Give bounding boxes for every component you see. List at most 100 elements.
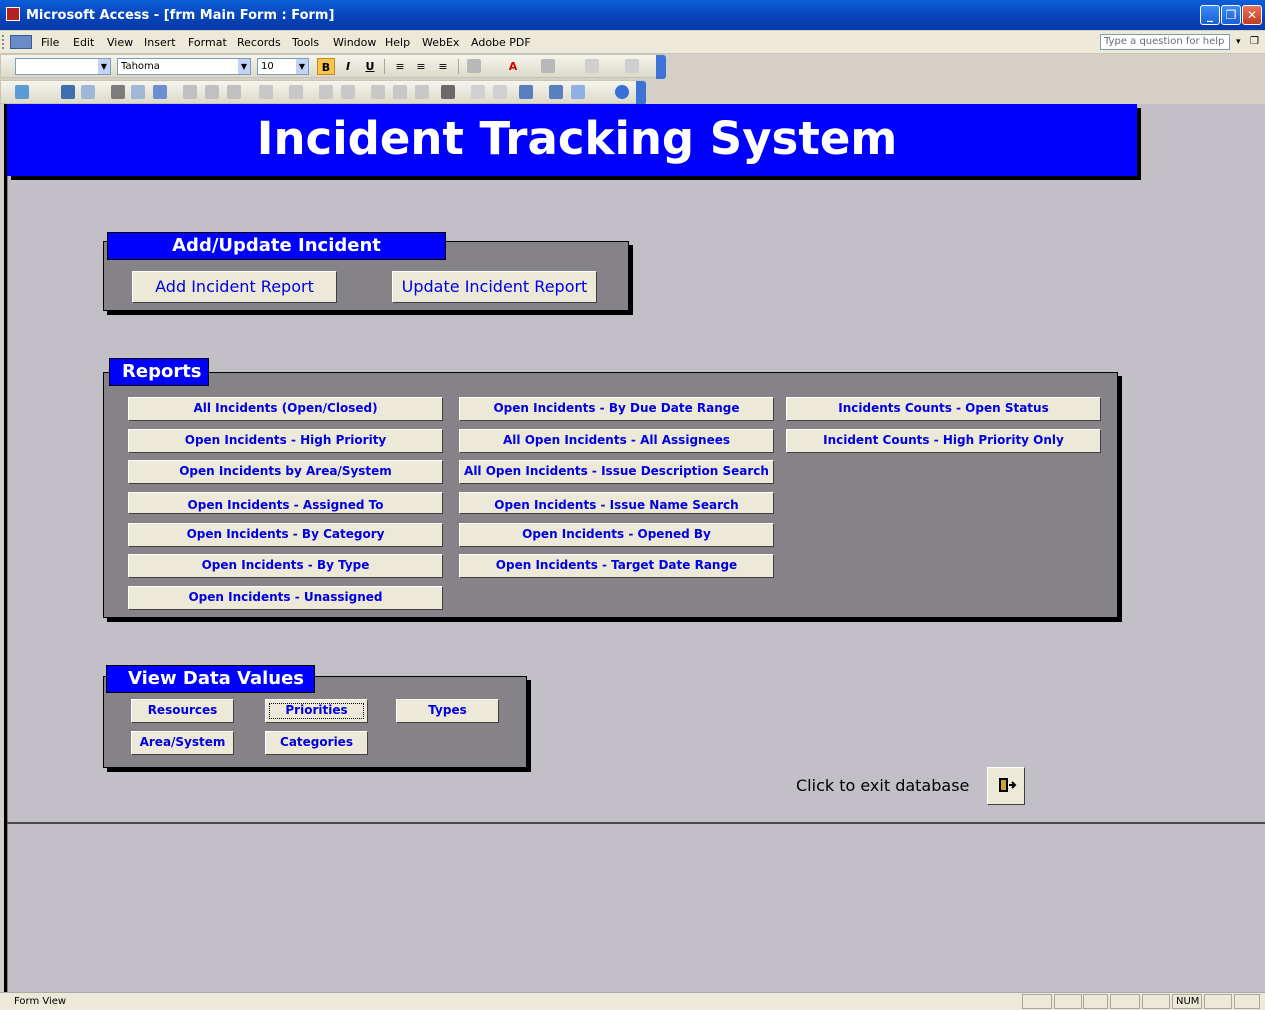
copy-icon[interactable] [205,85,219,99]
undo-icon[interactable] [259,85,273,99]
reports-panel-title: Reports [109,358,209,386]
categories-button[interactable]: Categories [265,731,368,755]
menu-format[interactable]: Format [188,36,227,49]
object-combo[interactable]: ▼ [15,58,111,75]
report-button[interactable]: Incidents Counts - Open Status [786,397,1101,421]
update-incident-report-button[interactable]: Update Incident Report [392,271,597,303]
num-lock-indicator: NUM [1172,994,1202,1009]
menu-tools[interactable]: Tools [292,36,319,49]
status-pane [1110,994,1140,1009]
menu-webex[interactable]: WebEx [422,36,459,49]
report-button[interactable]: Open Incidents - By Due Date Range [459,397,774,421]
properties-icon[interactable] [519,85,533,99]
filter-by-selection-icon[interactable] [371,85,385,99]
restore-icon[interactable]: ❐ [1221,5,1241,25]
font-size-combo[interactable]: 10 ▼ [257,58,309,75]
align-left-icon[interactable]: ≡ [391,58,409,75]
filter-by-form-icon[interactable] [393,85,407,99]
view-data-panel-title: View Data Values [106,665,315,693]
font-size-value: 10 [261,61,274,72]
line-width-icon[interactable] [585,59,599,73]
italic-button[interactable]: I [339,58,357,75]
help-dropdown-icon[interactable]: ▾ [1236,37,1241,47]
report-button[interactable]: Incident Counts - High Priority Only [786,429,1101,453]
new-object-icon[interactable] [571,85,585,99]
menu-edit[interactable]: Edit [73,36,94,49]
menu-insert[interactable]: Insert [144,36,176,49]
report-button[interactable]: Open Incidents - Unassigned [128,586,443,610]
form-window-icon[interactable] [10,35,32,49]
menu-view[interactable]: View [107,36,133,49]
chevron-down-icon[interactable]: ▼ [98,59,110,74]
apply-filter-icon[interactable] [415,85,429,99]
report-button[interactable]: Open Incidents - Opened By [459,523,774,547]
cut-icon[interactable] [183,85,197,99]
report-button[interactable]: Open Incidents - Issue Name Search [459,492,774,514]
fill-color-icon[interactable] [467,59,481,73]
exit-label: Click to exit database [796,776,970,795]
print-preview-icon[interactable] [131,85,145,99]
bold-button[interactable]: B [317,58,335,75]
font-name-value: Tahoma [121,61,160,72]
insert-hyperlink-icon[interactable] [289,85,303,99]
spelling-icon[interactable] [153,85,167,99]
toolbar-options-icon[interactable] [656,55,666,79]
menu-records[interactable]: Records [237,36,281,49]
priorities-button[interactable]: Priorities [265,699,368,723]
form-title: Incident Tracking System [256,112,898,165]
sort-descending-icon[interactable] [341,85,355,99]
add-incident-report-button[interactable]: Add Incident Report [132,271,337,303]
menu-window[interactable]: Window [333,36,376,49]
find-icon[interactable] [441,85,455,99]
view-icon[interactable] [15,85,29,99]
menu-file[interactable]: File [41,36,59,49]
report-button[interactable]: All Open Incidents - Issue Description S… [459,460,774,484]
save-icon[interactable] [61,85,75,99]
report-button[interactable]: Open Incidents - By Type [128,554,443,578]
chevron-down-icon[interactable]: ▼ [238,59,250,74]
help-search-input[interactable]: Type a question for help [1100,34,1230,50]
mdi-restore-icon[interactable]: ❐ [1250,36,1259,47]
status-pane [1022,994,1052,1009]
sort-ascending-icon[interactable] [319,85,333,99]
special-effect-icon[interactable] [625,59,639,73]
chevron-down-icon[interactable]: ▼ [296,59,308,74]
font-name-combo[interactable]: Tahoma ▼ [117,58,251,75]
font-color-icon[interactable]: A [504,58,522,75]
add-update-panel-title: Add/Update Incident [107,232,446,260]
file-search-icon[interactable] [81,85,95,99]
delete-record-icon[interactable] [493,85,507,99]
status-bar: Form View NUM [0,992,1265,1010]
report-button[interactable]: Open Incidents - Target Date Range [459,554,774,578]
help-icon[interactable] [615,85,629,99]
paste-icon[interactable] [227,85,241,99]
status-mode: Form View [14,996,67,1007]
area-system-button[interactable]: Area/System [131,731,234,755]
line-color-icon[interactable] [541,59,555,73]
align-center-icon[interactable]: ≡ [412,58,430,75]
print-icon[interactable] [111,85,125,99]
toolbar-separator [458,59,459,74]
report-button[interactable]: All Incidents (Open/Closed) [128,397,443,421]
report-button[interactable]: All Open Incidents - All Assignees [459,429,774,453]
new-record-icon[interactable] [471,85,485,99]
resources-button[interactable]: Resources [131,699,234,723]
report-button[interactable]: Open Incidents - By Category [128,523,443,547]
database-window-icon[interactable] [549,85,563,99]
status-pane [1234,994,1260,1009]
toolbar-options-icon[interactable] [636,81,646,105]
report-button[interactable]: Open Incidents - High Priority [128,429,443,453]
menubar-grip-icon[interactable] [2,35,8,49]
minimize-icon[interactable]: _ [1200,5,1220,25]
menu-adobe-pdf[interactable]: Adobe PDF [471,36,531,49]
align-right-icon[interactable]: ≡ [434,58,452,75]
report-button[interactable]: Open Incidents - Assigned To [128,492,443,514]
access-app-icon[interactable] [6,7,20,21]
status-pane [1054,994,1082,1009]
menu-help[interactable]: Help [385,36,410,49]
underline-button[interactable]: U [361,58,379,75]
exit-database-button[interactable] [987,767,1025,805]
close-icon[interactable]: ✕ [1242,5,1262,25]
report-button[interactable]: Open Incidents by Area/System [128,460,443,484]
types-button[interactable]: Types [396,699,499,723]
